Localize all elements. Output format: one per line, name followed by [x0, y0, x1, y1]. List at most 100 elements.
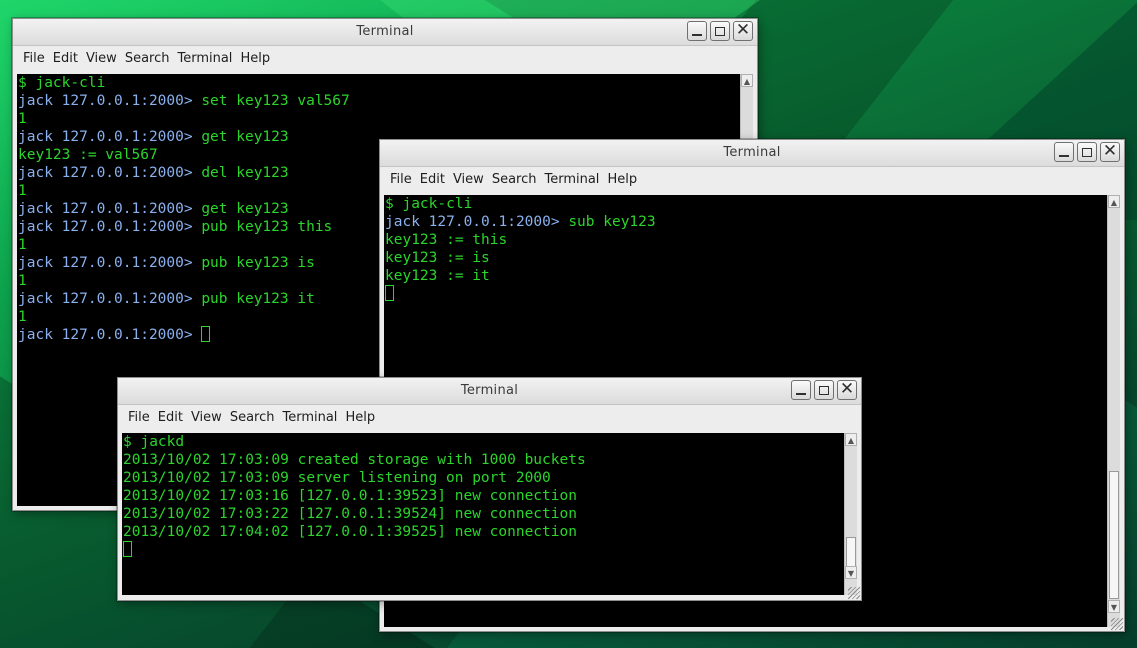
- close-icon: ✕: [735, 19, 751, 40]
- window-title: Terminal: [723, 145, 781, 160]
- terminal-line: $ jack-cli: [385, 195, 1106, 213]
- scrollbar-thumb[interactable]: [846, 537, 856, 567]
- maximize-button[interactable]: [710, 21, 730, 41]
- scroll-up-icon[interactable]: ▲: [1108, 195, 1120, 208]
- output-text: key123 := this: [385, 232, 508, 248]
- output-text: set key123 val567: [201, 93, 350, 109]
- menu-terminal[interactable]: Terminal: [278, 410, 341, 425]
- terminal-line: [123, 541, 843, 559]
- terminal-output[interactable]: $ jackd 2013/10/02 17:03:09 created stora…: [122, 433, 857, 595]
- scrollbar-thumb[interactable]: [1109, 471, 1119, 599]
- close-button[interactable]: ✕: [1100, 142, 1120, 162]
- minimize-button[interactable]: [687, 21, 707, 41]
- terminal-cursor: [201, 326, 211, 342]
- menu-search[interactable]: Search: [226, 410, 279, 425]
- output-text: 2013/10/02 17:04:02 [127.0.0.1:39525] ne…: [123, 524, 577, 540]
- output-text: 1: [18, 237, 27, 253]
- terminal-line: 2013/10/02 17:03:09 created storage with…: [123, 451, 843, 469]
- menu-file[interactable]: File: [386, 172, 416, 187]
- resize-grip-icon[interactable]: [1111, 618, 1123, 630]
- title-bar[interactable]: Terminal ✕: [118, 378, 861, 405]
- menu-bar: File Edit View Search Terminal Help: [380, 167, 1124, 192]
- terminal-line: key123 := this: [385, 231, 1106, 249]
- title-bar[interactable]: Terminal ✕: [380, 140, 1124, 167]
- menu-help[interactable]: Help: [603, 172, 641, 187]
- menu-bar: File Edit View Search Terminal Help: [118, 405, 861, 430]
- scrollbar[interactable]: ▲ ▼: [844, 433, 857, 595]
- prompt-text: jack 127.0.0.1:2000>: [18, 327, 202, 343]
- maximize-button[interactable]: [814, 380, 834, 400]
- terminal-lines: $ jackd 2013/10/02 17:03:09 created stora…: [123, 433, 843, 559]
- minimize-button[interactable]: [791, 380, 811, 400]
- menu-view[interactable]: View: [449, 172, 488, 187]
- menu-bar: File Edit View Search Terminal Help: [13, 46, 757, 71]
- terminal-line: 2013/10/02 17:03:09 server listening on …: [123, 469, 843, 487]
- output-text: key123 := val567: [18, 147, 158, 163]
- output-text: get key123: [201, 129, 289, 145]
- resize-grip-icon[interactable]: [848, 587, 860, 599]
- terminal-line: key123 := is: [385, 249, 1106, 267]
- terminal-cursor: [123, 541, 132, 557]
- menu-help[interactable]: Help: [341, 410, 379, 425]
- terminal-window-server[interactable]: Terminal ✕ File Edit View Search Termina…: [117, 377, 862, 601]
- output-text: $ jack-cli: [385, 196, 473, 212]
- terminal-line: 1: [18, 110, 739, 128]
- output-text: sub key123: [568, 214, 656, 230]
- output-text: 1: [18, 183, 27, 199]
- window-title: Terminal: [460, 383, 519, 398]
- menu-edit[interactable]: Edit: [49, 51, 82, 66]
- output-text: pub key123 this: [201, 219, 333, 235]
- menu-terminal[interactable]: Terminal: [540, 172, 603, 187]
- prompt-text: jack 127.0.0.1:2000>: [18, 129, 202, 145]
- terminal-line: key123 := it: [385, 267, 1106, 285]
- terminal-line: $ jack-cli: [18, 74, 739, 92]
- prompt-text: jack 127.0.0.1:2000>: [18, 255, 202, 271]
- menu-view[interactable]: View: [187, 410, 226, 425]
- close-button[interactable]: ✕: [733, 21, 753, 41]
- menu-file[interactable]: File: [19, 51, 49, 66]
- maximize-icon: [1082, 147, 1092, 157]
- menu-view[interactable]: View: [82, 51, 121, 66]
- close-icon: ✕: [1102, 140, 1118, 161]
- prompt-text: jack 127.0.0.1:2000>: [18, 93, 202, 109]
- prompt-text: jack 127.0.0.1:2000>: [18, 165, 202, 181]
- output-text: pub key123 it: [201, 291, 315, 307]
- scroll-up-icon[interactable]: ▲: [845, 433, 857, 446]
- menu-search[interactable]: Search: [488, 172, 541, 187]
- scroll-up-icon[interactable]: ▲: [741, 74, 753, 87]
- menu-edit[interactable]: Edit: [416, 172, 449, 187]
- output-text: 2013/10/02 17:03:22 [127.0.0.1:39524] ne…: [123, 506, 577, 522]
- prompt-text: jack 127.0.0.1:2000>: [18, 219, 202, 235]
- output-text: $ jack-cli: [18, 75, 106, 91]
- menu-file[interactable]: File: [124, 410, 154, 425]
- output-text: $ jackd: [123, 434, 185, 450]
- maximize-icon: [715, 26, 725, 36]
- terminal-line: [385, 285, 1106, 303]
- title-bar[interactable]: Terminal ✕: [13, 19, 757, 46]
- output-text: 2013/10/02 17:03:09 server listening on …: [123, 470, 551, 486]
- minimize-button[interactable]: [1054, 142, 1074, 162]
- scroll-down-icon[interactable]: ▼: [845, 566, 857, 579]
- output-text: key123 := it: [385, 268, 490, 284]
- minimize-icon: [1059, 155, 1069, 157]
- scrollbar[interactable]: ▲ ▼: [1107, 195, 1120, 627]
- close-icon: ✕: [839, 378, 855, 399]
- menu-terminal[interactable]: Terminal: [173, 51, 236, 66]
- prompt-text: jack 127.0.0.1:2000>: [385, 214, 569, 230]
- menu-help[interactable]: Help: [236, 51, 274, 66]
- prompt-text: jack 127.0.0.1:2000>: [18, 291, 202, 307]
- output-text: 1: [18, 309, 27, 325]
- output-text: get key123: [201, 201, 289, 217]
- menu-search[interactable]: Search: [121, 51, 174, 66]
- window-title: Terminal: [356, 24, 414, 39]
- scroll-down-icon[interactable]: ▼: [1108, 600, 1120, 613]
- menu-edit[interactable]: Edit: [154, 410, 187, 425]
- maximize-button[interactable]: [1077, 142, 1097, 162]
- terminal-lines: $ jack-cli jack 127.0.0.1:2000> sub key12…: [385, 195, 1106, 303]
- terminal-line: $ jackd: [123, 433, 843, 451]
- terminal-line: 2013/10/02 17:03:16 [127.0.0.1:39523] ne…: [123, 487, 843, 505]
- maximize-icon: [819, 385, 829, 395]
- close-button[interactable]: ✕: [837, 380, 857, 400]
- minimize-icon: [692, 34, 702, 36]
- terminal-line: jack 127.0.0.1:2000> set key123 val567: [18, 92, 739, 110]
